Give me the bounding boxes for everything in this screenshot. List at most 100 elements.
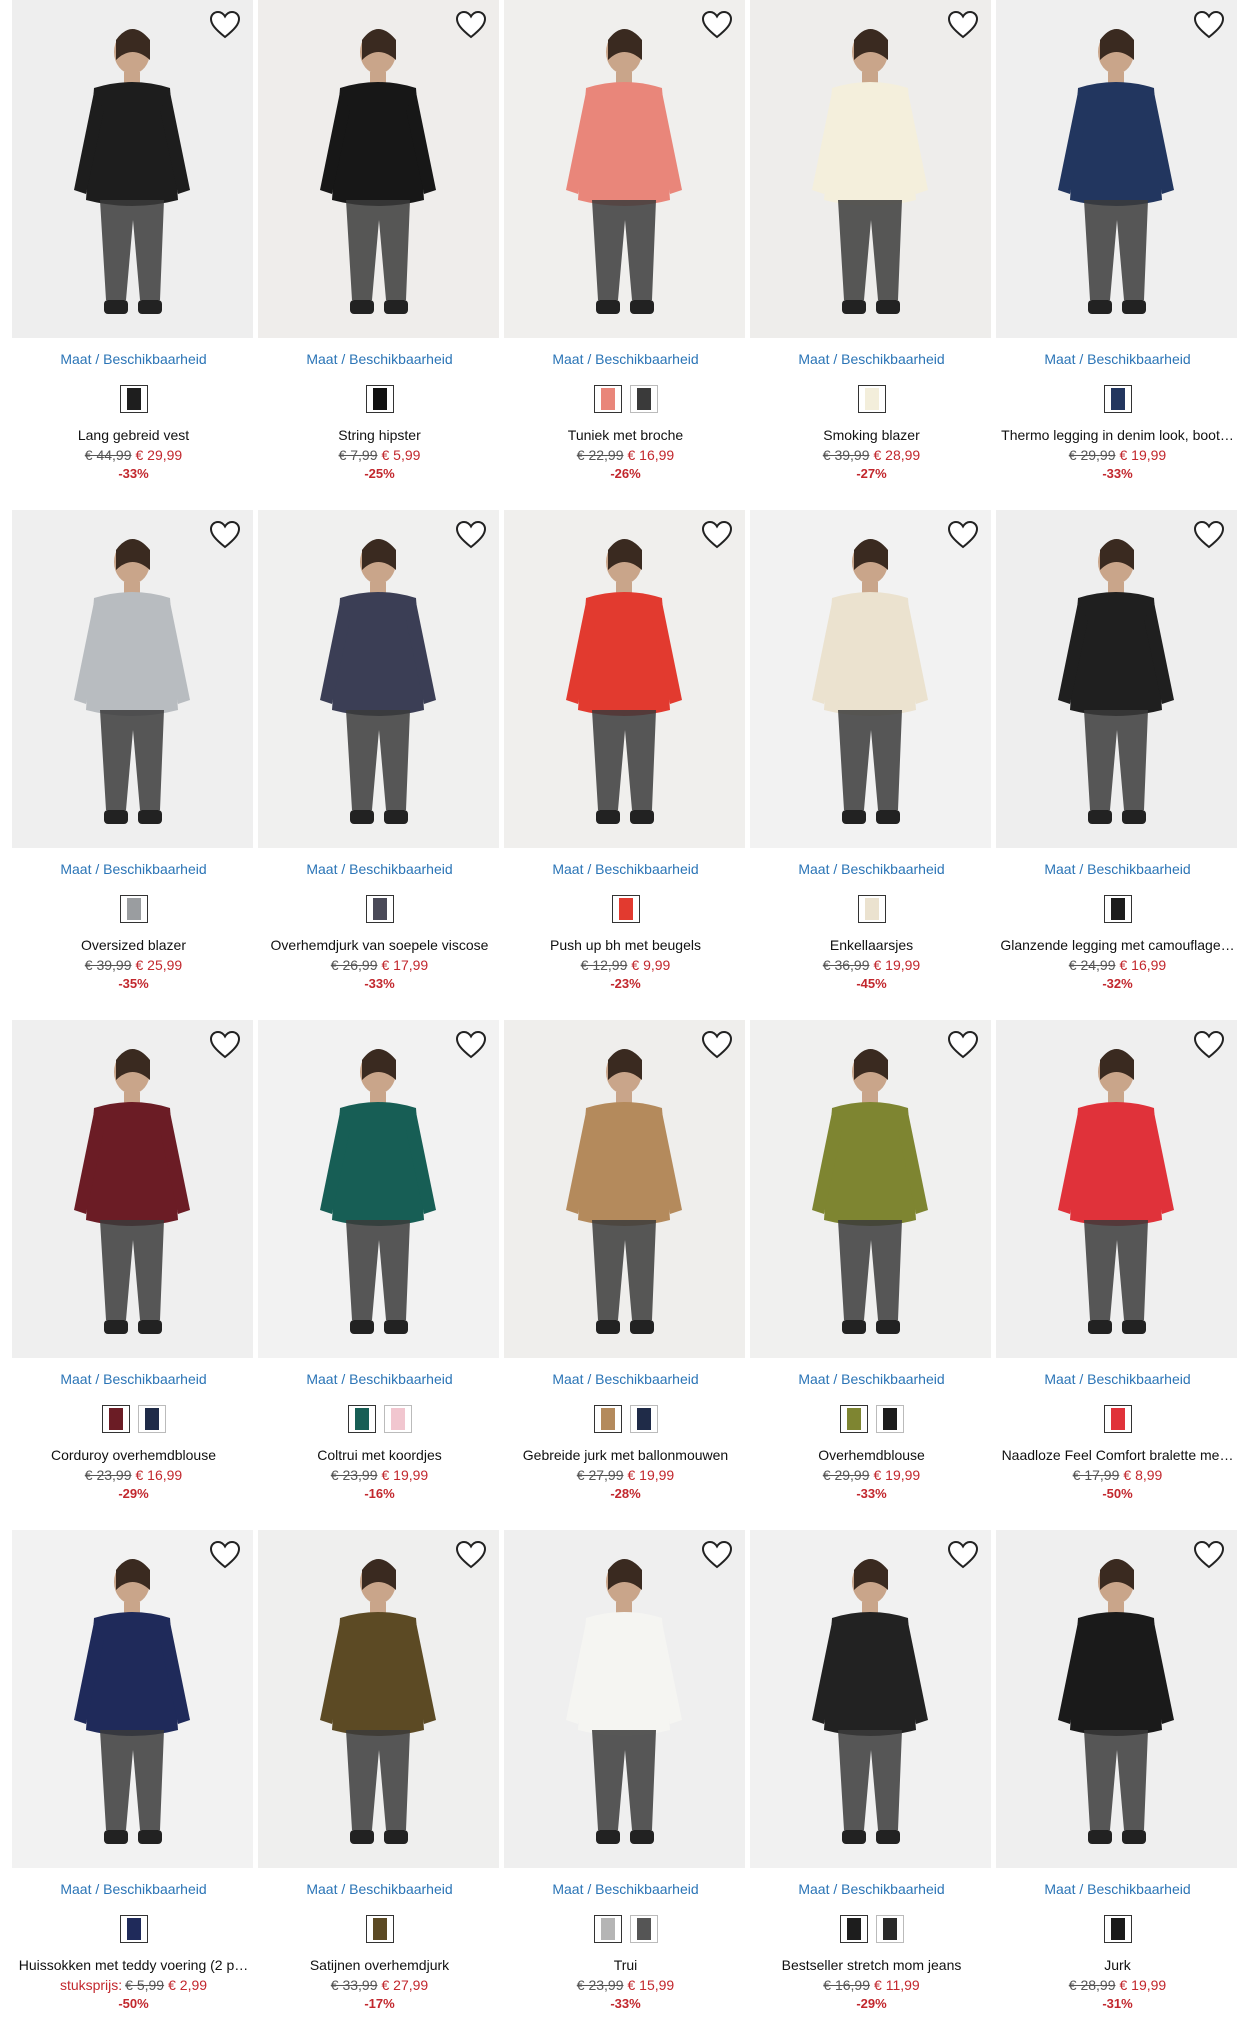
product-title[interactable]: Naadloze Feel Comfort bralette me… (996, 1446, 1239, 1464)
product-image[interactable] (12, 1020, 253, 1358)
color-swatch[interactable] (137, 1405, 166, 1433)
color-swatch[interactable] (119, 895, 148, 923)
product-title[interactable]: Gebreide jurk met ballonmouwen (504, 1446, 747, 1464)
product-card[interactable]: Maat / Beschikbaarheid Oversized blazer € … (12, 510, 255, 993)
product-card[interactable]: Maat / Beschikbaarheid Gebreide jurk met … (504, 1020, 747, 1503)
size-availability-link[interactable]: Maat / Beschikbaarheid (996, 860, 1239, 878)
wishlist-heart-icon[interactable] (209, 1540, 241, 1570)
wishlist-heart-icon[interactable] (701, 1030, 733, 1060)
wishlist-heart-icon[interactable] (455, 10, 487, 40)
color-swatch[interactable] (875, 1915, 904, 1943)
product-title[interactable]: Lang gebreid vest (12, 426, 255, 444)
product-image[interactable] (258, 1530, 499, 1868)
color-swatch[interactable] (1103, 385, 1132, 413)
product-title[interactable]: Smoking blazer (750, 426, 993, 444)
product-card[interactable]: Maat / Beschikbaarheid Bestseller stretch… (750, 1530, 993, 2013)
wishlist-heart-icon[interactable] (947, 1540, 979, 1570)
product-title[interactable]: Enkellaarsjes (750, 936, 993, 954)
size-availability-link[interactable]: Maat / Beschikbaarheid (258, 350, 501, 368)
product-title[interactable]: Bestseller stretch mom jeans (750, 1956, 993, 1974)
product-card[interactable]: Maat / Beschikbaarheid Overhemdblouse € 29… (750, 1020, 993, 1503)
product-image[interactable] (504, 0, 745, 338)
color-swatch[interactable] (611, 895, 640, 923)
product-title[interactable]: Thermo legging in denim look, boot… (996, 426, 1239, 444)
product-image[interactable] (258, 510, 499, 848)
product-title[interactable]: Corduroy overhemdblouse (12, 1446, 255, 1464)
product-image[interactable] (750, 1530, 991, 1868)
product-image[interactable] (504, 510, 745, 848)
product-title[interactable]: Tuniek met broche (504, 426, 747, 444)
product-title[interactable]: Jurk (996, 1956, 1239, 1974)
product-card[interactable]: Maat / Beschikbaarheid Corduroy overhemdb… (12, 1020, 255, 1503)
product-image[interactable] (258, 0, 499, 338)
wishlist-heart-icon[interactable] (455, 1030, 487, 1060)
color-swatch[interactable] (629, 385, 658, 413)
color-swatch[interactable] (593, 1405, 622, 1433)
color-swatch[interactable] (365, 1915, 394, 1943)
product-title[interactable]: Oversized blazer (12, 936, 255, 954)
product-card[interactable]: Maat / Beschikbaarheid Tuniek met broche €… (504, 0, 747, 483)
color-swatch[interactable] (119, 385, 148, 413)
size-availability-link[interactable]: Maat / Beschikbaarheid (750, 860, 993, 878)
color-swatch[interactable] (101, 1405, 130, 1433)
size-availability-link[interactable]: Maat / Beschikbaarheid (504, 1370, 747, 1388)
product-card[interactable]: Maat / Beschikbaarheid Jurk € 28,99 € 19,99… (996, 1530, 1239, 2013)
size-availability-link[interactable]: Maat / Beschikbaarheid (996, 1880, 1239, 1898)
color-swatch[interactable] (875, 1405, 904, 1433)
size-availability-link[interactable]: Maat / Beschikbaarheid (504, 350, 747, 368)
product-title[interactable]: Satijnen overhemdjurk (258, 1956, 501, 1974)
color-swatch[interactable] (119, 1915, 148, 1943)
color-swatch[interactable] (347, 1405, 376, 1433)
wishlist-heart-icon[interactable] (1193, 520, 1225, 550)
wishlist-heart-icon[interactable] (1193, 1030, 1225, 1060)
color-swatch[interactable] (593, 385, 622, 413)
wishlist-heart-icon[interactable] (701, 10, 733, 40)
product-title[interactable]: Huissokken met teddy voering (2 p… (12, 1956, 255, 1974)
wishlist-heart-icon[interactable] (701, 520, 733, 550)
product-card[interactable]: Maat / Beschikbaarheid Smoking blazer € 39… (750, 0, 993, 483)
wishlist-heart-icon[interactable] (947, 520, 979, 550)
size-availability-link[interactable]: Maat / Beschikbaarheid (504, 860, 747, 878)
wishlist-heart-icon[interactable] (947, 10, 979, 40)
wishlist-heart-icon[interactable] (947, 1030, 979, 1060)
color-swatch[interactable] (857, 895, 886, 923)
color-swatch[interactable] (593, 1915, 622, 1943)
product-card[interactable]: Maat / Beschikbaarheid Naadloze Feel Comf… (996, 1020, 1239, 1503)
size-availability-link[interactable]: Maat / Beschikbaarheid (996, 1370, 1239, 1388)
product-card[interactable]: Maat / Beschikbaarheid Overhemdjurk van s… (258, 510, 501, 993)
wishlist-heart-icon[interactable] (701, 1540, 733, 1570)
product-title[interactable]: Trui (504, 1956, 747, 1974)
product-card[interactable]: Maat / Beschikbaarheid Trui € 23,99 € 15,99… (504, 1530, 747, 2013)
size-availability-link[interactable]: Maat / Beschikbaarheid (750, 1880, 993, 1898)
product-image[interactable] (996, 1020, 1237, 1358)
product-title[interactable]: Glanzende legging met camouflage… (996, 936, 1239, 954)
size-availability-link[interactable]: Maat / Beschikbaarheid (12, 1370, 255, 1388)
size-availability-link[interactable]: Maat / Beschikbaarheid (750, 1370, 993, 1388)
product-title[interactable]: Push up bh met beugels (504, 936, 747, 954)
product-card[interactable]: Maat / Beschikbaarheid Push up bh met beu… (504, 510, 747, 993)
product-image[interactable] (750, 510, 991, 848)
product-image[interactable] (12, 1530, 253, 1868)
size-availability-link[interactable]: Maat / Beschikbaarheid (12, 350, 255, 368)
color-swatch[interactable] (1103, 895, 1132, 923)
size-availability-link[interactable]: Maat / Beschikbaarheid (258, 860, 501, 878)
product-image[interactable] (12, 510, 253, 848)
product-image[interactable] (750, 1020, 991, 1358)
size-availability-link[interactable]: Maat / Beschikbaarheid (12, 1880, 255, 1898)
color-swatch[interactable] (1103, 1915, 1132, 1943)
size-availability-link[interactable]: Maat / Beschikbaarheid (258, 1370, 501, 1388)
product-title[interactable]: Coltrui met koordjes (258, 1446, 501, 1464)
product-card[interactable]: Maat / Beschikbaarheid Coltrui met koordj… (258, 1020, 501, 1503)
product-image[interactable] (12, 0, 253, 338)
color-swatch[interactable] (629, 1915, 658, 1943)
color-swatch[interactable] (839, 1915, 868, 1943)
product-card[interactable]: Maat / Beschikbaarheid Lang gebreid vest €… (12, 0, 255, 483)
product-card[interactable]: Maat / Beschikbaarheid Enkellaarsjes € 36,… (750, 510, 993, 993)
product-card[interactable]: Maat / Beschikbaarheid String hipster € 7,… (258, 0, 501, 483)
product-image[interactable] (504, 1530, 745, 1868)
wishlist-heart-icon[interactable] (455, 1540, 487, 1570)
wishlist-heart-icon[interactable] (209, 1030, 241, 1060)
product-title[interactable]: Overhemdjurk van soepele viscose (258, 936, 501, 954)
product-card[interactable]: Maat / Beschikbaarheid Thermo legging in … (996, 0, 1239, 483)
product-image[interactable] (996, 0, 1237, 338)
